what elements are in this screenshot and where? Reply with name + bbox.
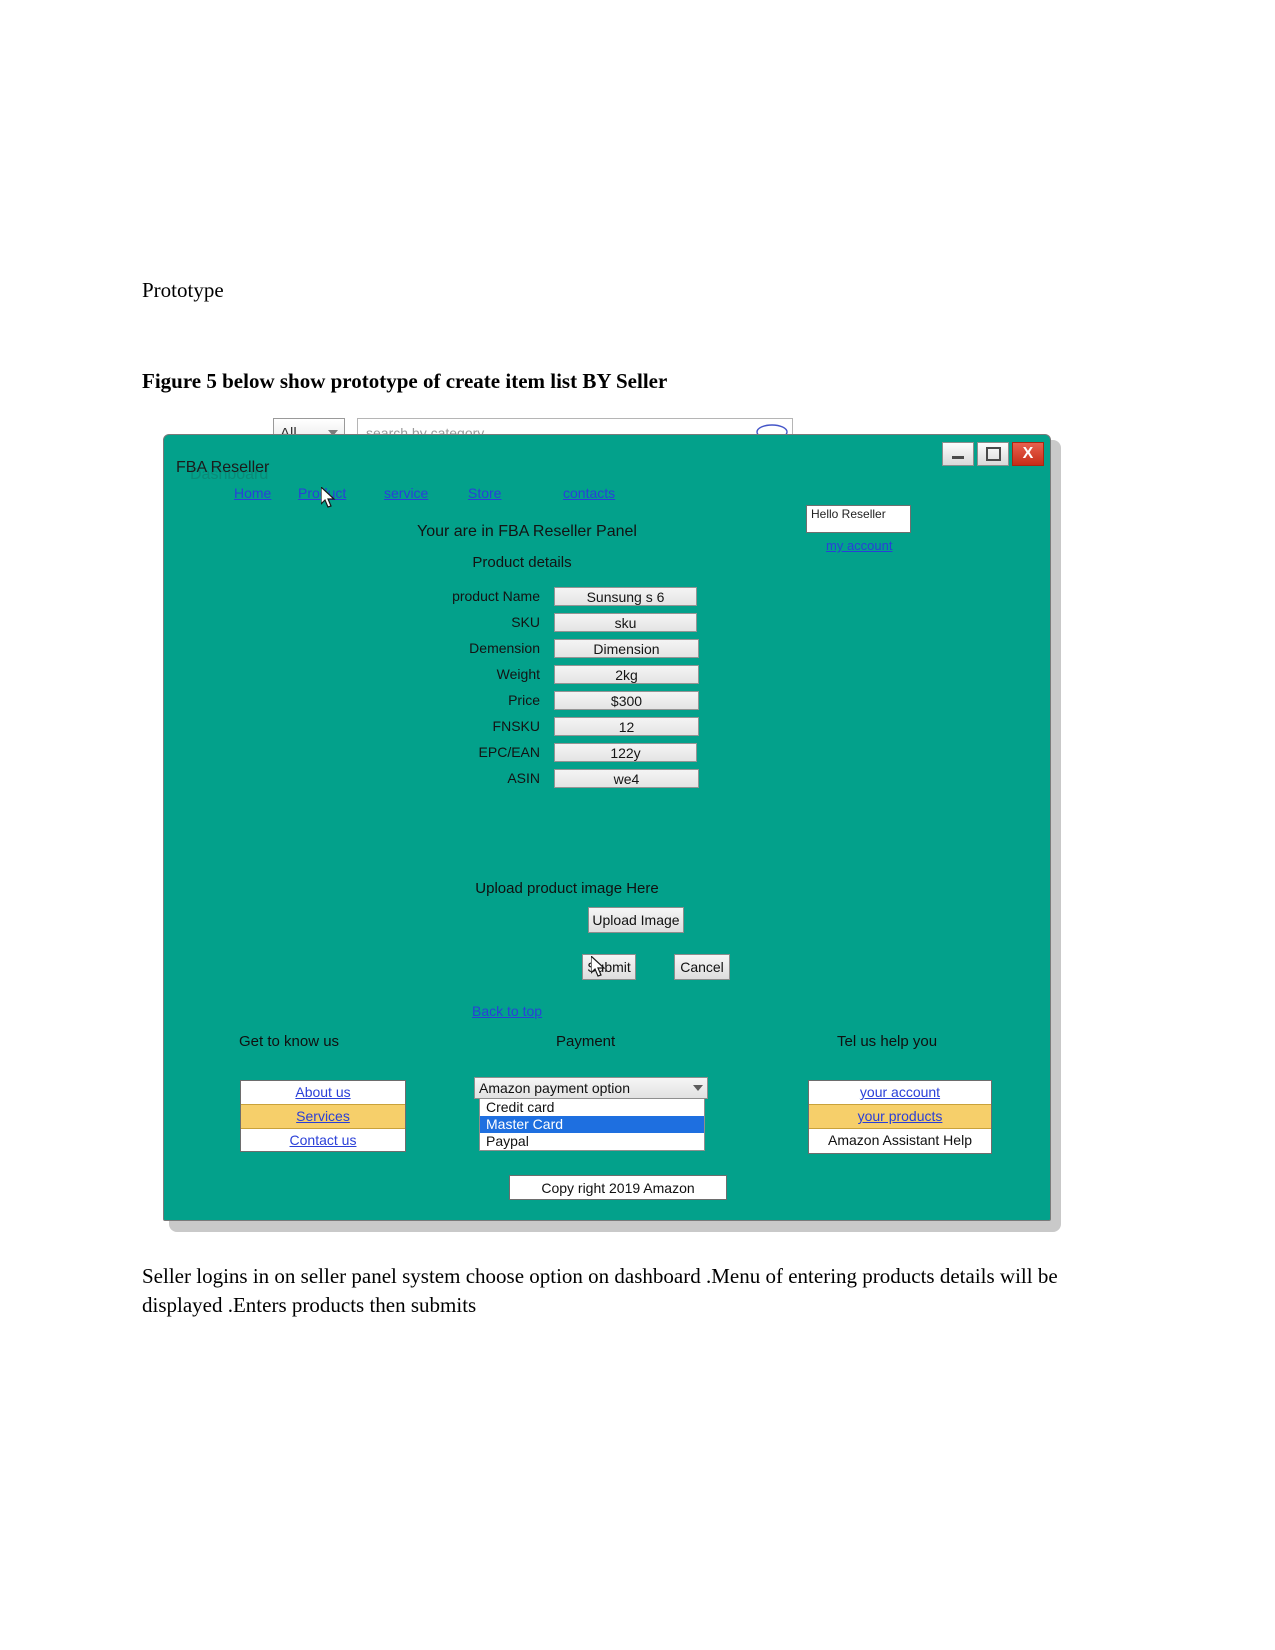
label-fnsku: FNSKU [492, 718, 540, 734]
maximize-icon [985, 447, 1001, 461]
footer-card-help: your account your products Amazon Assist… [808, 1080, 992, 1154]
nav-item-service[interactable]: service [384, 485, 468, 501]
label-epc-ean: EPC/EAN [478, 744, 540, 760]
input-weight[interactable]: 2kg [554, 664, 699, 684]
footer-link-contact-us[interactable]: Contact us [241, 1129, 405, 1152]
label-price: Price [508, 692, 540, 708]
label-product-name: product Name [452, 588, 540, 604]
minimize-button[interactable] [942, 442, 974, 466]
form-row: EPC/EAN 122y [394, 739, 794, 765]
input-asin[interactable]: we4 [554, 768, 699, 788]
cancel-button[interactable]: Cancel [674, 954, 730, 980]
copyright-box: Copy right 2019 Amazon [509, 1175, 727, 1200]
description-paragraph: Seller logins in on seller panel system … [142, 1264, 1058, 1317]
payment-dropdown[interactable]: Amazon payment option Credit card Master… [474, 1077, 708, 1151]
input-sku[interactable]: sku [554, 612, 697, 632]
payment-option-credit-card[interactable]: Credit card [480, 1099, 704, 1116]
close-button[interactable]: X [1012, 442, 1044, 466]
product-details-heading: Product details [472, 554, 572, 571]
input-price[interactable]: $300 [554, 690, 699, 710]
brand-title: FBA Reseller [176, 459, 270, 476]
form-row: Price $300 [394, 687, 794, 713]
footer-heading-payment: Payment [556, 1033, 616, 1050]
mouse-cursor-submit [591, 956, 606, 977]
input-demension[interactable]: Dimension [554, 638, 699, 658]
footer-link-your-account[interactable]: your account [809, 1081, 991, 1104]
chevron-down-icon [693, 1085, 703, 1091]
back-to-top-link[interactable]: Back to top [472, 1003, 542, 1019]
form-row: ASIN we4 [394, 765, 794, 791]
form-row: Weight 2kg [394, 661, 794, 687]
upload-label: Upload product image Here [475, 880, 659, 897]
footer-card-know-us: About us Services Contact us [240, 1080, 406, 1152]
footer-link-services[interactable]: Services [241, 1104, 405, 1129]
payment-option-master-card[interactable]: Master Card [480, 1116, 704, 1133]
main-navigation: Home Product service Store contacts [234, 485, 654, 501]
label-asin: ASIN [507, 770, 540, 786]
minimize-icon [952, 456, 964, 459]
input-epc-ean[interactable]: 122y [554, 742, 697, 762]
payment-selected-value: Amazon payment option [479, 1080, 630, 1096]
nav-item-home[interactable]: Home [234, 485, 298, 501]
product-details-form: product Name Sunsung s 6 SKU sku Demensi… [394, 583, 794, 791]
footer-link-your-products[interactable]: your products [809, 1104, 991, 1129]
nav-item-contacts[interactable]: contacts [563, 485, 615, 501]
form-row: product Name Sunsung s 6 [394, 583, 794, 609]
label-weight: Weight [496, 666, 540, 682]
footer-link-about-us[interactable]: About us [241, 1081, 405, 1104]
payment-option-paypal[interactable]: Paypal [480, 1133, 704, 1150]
input-fnsku[interactable]: 12 [554, 716, 699, 736]
payment-option-list: Credit card Master Card Paypal [479, 1099, 705, 1151]
mouse-cursor-nav [321, 487, 336, 508]
form-row: SKU sku [394, 609, 794, 635]
payment-dropdown-header[interactable]: Amazon payment option [474, 1077, 708, 1099]
figure-caption: Figure 5 below show prototype of create … [142, 369, 668, 393]
footer-link-amazon-assistant-help[interactable]: Amazon Assistant Help [809, 1129, 991, 1152]
footer-heading-know-us: Get to know us [239, 1033, 340, 1050]
window-controls: X [942, 442, 1044, 466]
prototype-label: Prototype [142, 278, 224, 302]
footer-heading-help: Tel us help you [837, 1033, 938, 1050]
nav-item-product[interactable]: Product [298, 485, 384, 501]
upload-image-button[interactable]: Upload Image [588, 907, 684, 933]
form-row: Demension Dimension [394, 635, 794, 661]
panel-heading: Your are in FBA Reseller Panel [417, 523, 637, 540]
application-window: X Dashboard FBA Reseller Home Product se… [163, 434, 1051, 1221]
maximize-button[interactable] [977, 442, 1009, 466]
nav-item-store[interactable]: Store [468, 485, 563, 501]
label-demension: Demension [469, 640, 540, 656]
label-sku: SKU [511, 614, 540, 630]
form-row: FNSKU 12 [394, 713, 794, 739]
input-product-name[interactable]: Sunsung s 6 [554, 586, 697, 606]
prototype-mockup: All search by category X Dashboard FBA R… [163, 418, 1063, 1232]
